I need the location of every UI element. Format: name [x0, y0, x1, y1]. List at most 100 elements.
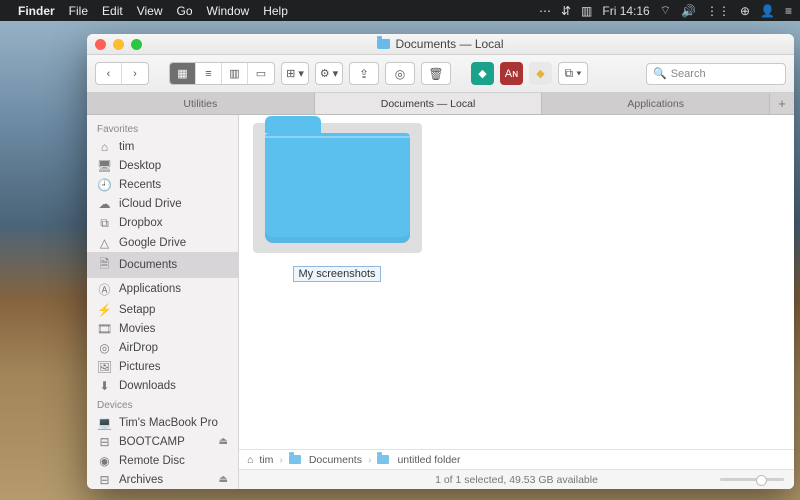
- selection-highlight: [253, 123, 422, 253]
- eject-icon[interactable]: ⏏: [219, 436, 228, 447]
- sidebar-item-remote-disc[interactable]: ◉Remote Disc: [87, 451, 238, 470]
- sidebar-header-favorites: Favorites: [87, 119, 238, 137]
- apps-icon: Ⓐ: [97, 281, 112, 298]
- sidebar-item-dropbox[interactable]: ⧉Dropbox: [87, 213, 238, 233]
- folder-icon: [265, 133, 410, 243]
- eject-icon[interactable]: ⏏: [219, 474, 228, 485]
- sidebar-item-archives[interactable]: ⊟Archives⏏: [87, 470, 238, 489]
- list-view-button[interactable]: ≡: [196, 63, 222, 84]
- sidebar-item-icloud[interactable]: ☁iCloud Drive: [87, 194, 238, 213]
- tab-utilities[interactable]: Utilities: [87, 93, 315, 114]
- download-icon: ⬇: [97, 379, 112, 393]
- app-icon[interactable]: ◆: [529, 62, 552, 85]
- wifi-icon[interactable]: ⋮⋮: [706, 4, 730, 18]
- menu-go[interactable]: Go: [177, 4, 193, 18]
- status-icon[interactable]: ▥: [581, 4, 592, 18]
- folder-item[interactable]: My screenshots: [247, 123, 427, 441]
- menu-edit[interactable]: Edit: [102, 4, 123, 18]
- app-menu[interactable]: Finder: [18, 4, 55, 18]
- sidebar-item-bootcamp[interactable]: ⊟BOOTCAMP⏏: [87, 432, 238, 451]
- action-group: ⚙ ▾: [315, 62, 343, 85]
- gdrive-icon: △: [97, 236, 112, 250]
- menu-help[interactable]: Help: [263, 4, 288, 18]
- home-icon: ⌂: [97, 140, 112, 154]
- folder-icon: [377, 455, 389, 464]
- sidebar[interactable]: Favorites ⌂tim 🖥Desktop 🕘Recents ☁iCloud…: [87, 115, 239, 489]
- back-button[interactable]: ‹: [96, 63, 122, 84]
- content-area: My screenshots ⌂ tim › Documents › untit…: [239, 115, 794, 489]
- status-icon[interactable]: ⊕: [740, 4, 750, 18]
- column-view-button[interactable]: ▥: [222, 63, 248, 84]
- chevron-right-icon: ›: [368, 454, 372, 466]
- close-button[interactable]: [95, 39, 106, 50]
- user-icon[interactable]: 👤: [760, 4, 775, 18]
- icon-view-button[interactable]: ▦: [170, 63, 196, 84]
- bluetooth-icon[interactable]: ⌔: [660, 3, 671, 18]
- path-segment[interactable]: untitled folder: [397, 454, 460, 466]
- disc-icon: ◉: [97, 454, 112, 468]
- finder-window: Documents — Local ‹ › ▦ ≡ ▥ ▭ ⊞ ▾ ⚙ ▾ ⇪ …: [87, 34, 794, 489]
- menu-view[interactable]: View: [137, 4, 163, 18]
- nav-buttons: ‹ ›: [95, 62, 149, 85]
- sidebar-item-documents[interactable]: 🗎Documents: [87, 252, 238, 278]
- tab-documents[interactable]: Documents — Local: [315, 93, 543, 114]
- path-segment[interactable]: tim: [259, 454, 273, 466]
- bolt-icon: ⚡: [97, 303, 112, 317]
- new-tab-button[interactable]: +: [770, 93, 794, 114]
- film-icon: 🎞: [97, 322, 112, 336]
- menu-file[interactable]: File: [69, 4, 88, 18]
- status-icon[interactable]: ⋯: [539, 4, 551, 18]
- sidebar-item-desktop[interactable]: 🖥Desktop: [87, 156, 238, 175]
- menu-window[interactable]: Window: [207, 4, 250, 18]
- tab-applications[interactable]: Applications: [542, 93, 770, 114]
- minimize-button[interactable]: [113, 39, 124, 50]
- toolbar: ‹ › ▦ ≡ ▥ ▭ ⊞ ▾ ⚙ ▾ ⇪ ◎ 🗑 ◆ Aɴ ◆ ⧉ ▾ 🔍 S…: [87, 55, 794, 93]
- path-segment[interactable]: Documents: [309, 454, 362, 466]
- titlebar[interactable]: Documents — Local: [87, 34, 794, 55]
- action-button[interactable]: ⚙ ▾: [316, 63, 342, 84]
- dropbox-icon: ⧉: [97, 216, 112, 231]
- doc-icon: 🗎: [97, 255, 112, 276]
- sidebar-item-pictures[interactable]: 🖼Pictures: [87, 357, 238, 376]
- dropbox-button[interactable]: ⧉ ▾: [558, 62, 588, 85]
- status-icon[interactable]: ⇵: [561, 4, 571, 18]
- tags-button[interactable]: ◎: [385, 62, 415, 85]
- menubar: Finder File Edit View Go Window Help ⋯ ⇵…: [0, 0, 800, 21]
- sidebar-item-macbook[interactable]: 💻Tim's MacBook Pro: [87, 413, 238, 432]
- forward-button[interactable]: ›: [122, 63, 148, 84]
- disk-icon: ⊟: [97, 435, 112, 449]
- gallery-view-button[interactable]: ▭: [248, 63, 274, 84]
- app-icon[interactable]: Aɴ: [500, 62, 523, 85]
- zoom-button[interactable]: [131, 39, 142, 50]
- search-field[interactable]: 🔍 Search: [646, 63, 786, 85]
- sidebar-item-setapp[interactable]: ⚡Setapp: [87, 300, 238, 319]
- desktop-icon: 🖥: [97, 159, 112, 173]
- items-view[interactable]: My screenshots: [239, 115, 794, 449]
- cloud-icon: ☁: [97, 197, 112, 211]
- sidebar-item-home[interactable]: ⌂tim: [87, 137, 238, 156]
- app-icon[interactable]: ◆: [471, 62, 494, 85]
- arrange-button[interactable]: ⊞ ▾: [282, 63, 308, 84]
- sidebar-item-gdrive[interactable]: △Google Drive: [87, 233, 238, 252]
- status-bar: 1 of 1 selected, 49.53 GB available: [239, 469, 794, 489]
- airdrop-icon: ◎: [97, 341, 112, 355]
- path-home-icon[interactable]: ⌂: [247, 454, 253, 466]
- folder-name-editing[interactable]: My screenshots: [293, 266, 380, 282]
- disk-icon: ⊟: [97, 473, 112, 487]
- clock[interactable]: Fri 14:16: [602, 4, 649, 18]
- status-text: 1 of 1 selected, 49.53 GB available: [435, 474, 598, 486]
- icon-size-slider[interactable]: [720, 478, 784, 481]
- sidebar-item-movies[interactable]: 🎞Movies: [87, 319, 238, 338]
- sidebar-item-recents[interactable]: 🕘Recents: [87, 175, 238, 194]
- trash-button[interactable]: 🗑: [421, 62, 451, 85]
- volume-icon[interactable]: 🔊: [681, 4, 696, 18]
- share-button[interactable]: ⇪: [349, 62, 379, 85]
- spotlight-icon[interactable]: ≡: [785, 4, 792, 18]
- sidebar-item-downloads[interactable]: ⬇Downloads: [87, 376, 238, 395]
- folder-icon: [289, 455, 301, 464]
- title-text: Documents — Local: [395, 37, 503, 51]
- sidebar-item-applications[interactable]: ⒶApplications: [87, 278, 238, 300]
- folder-icon: [377, 39, 390, 49]
- traffic-lights: [95, 39, 142, 50]
- sidebar-item-airdrop[interactable]: ◎AirDrop: [87, 338, 238, 357]
